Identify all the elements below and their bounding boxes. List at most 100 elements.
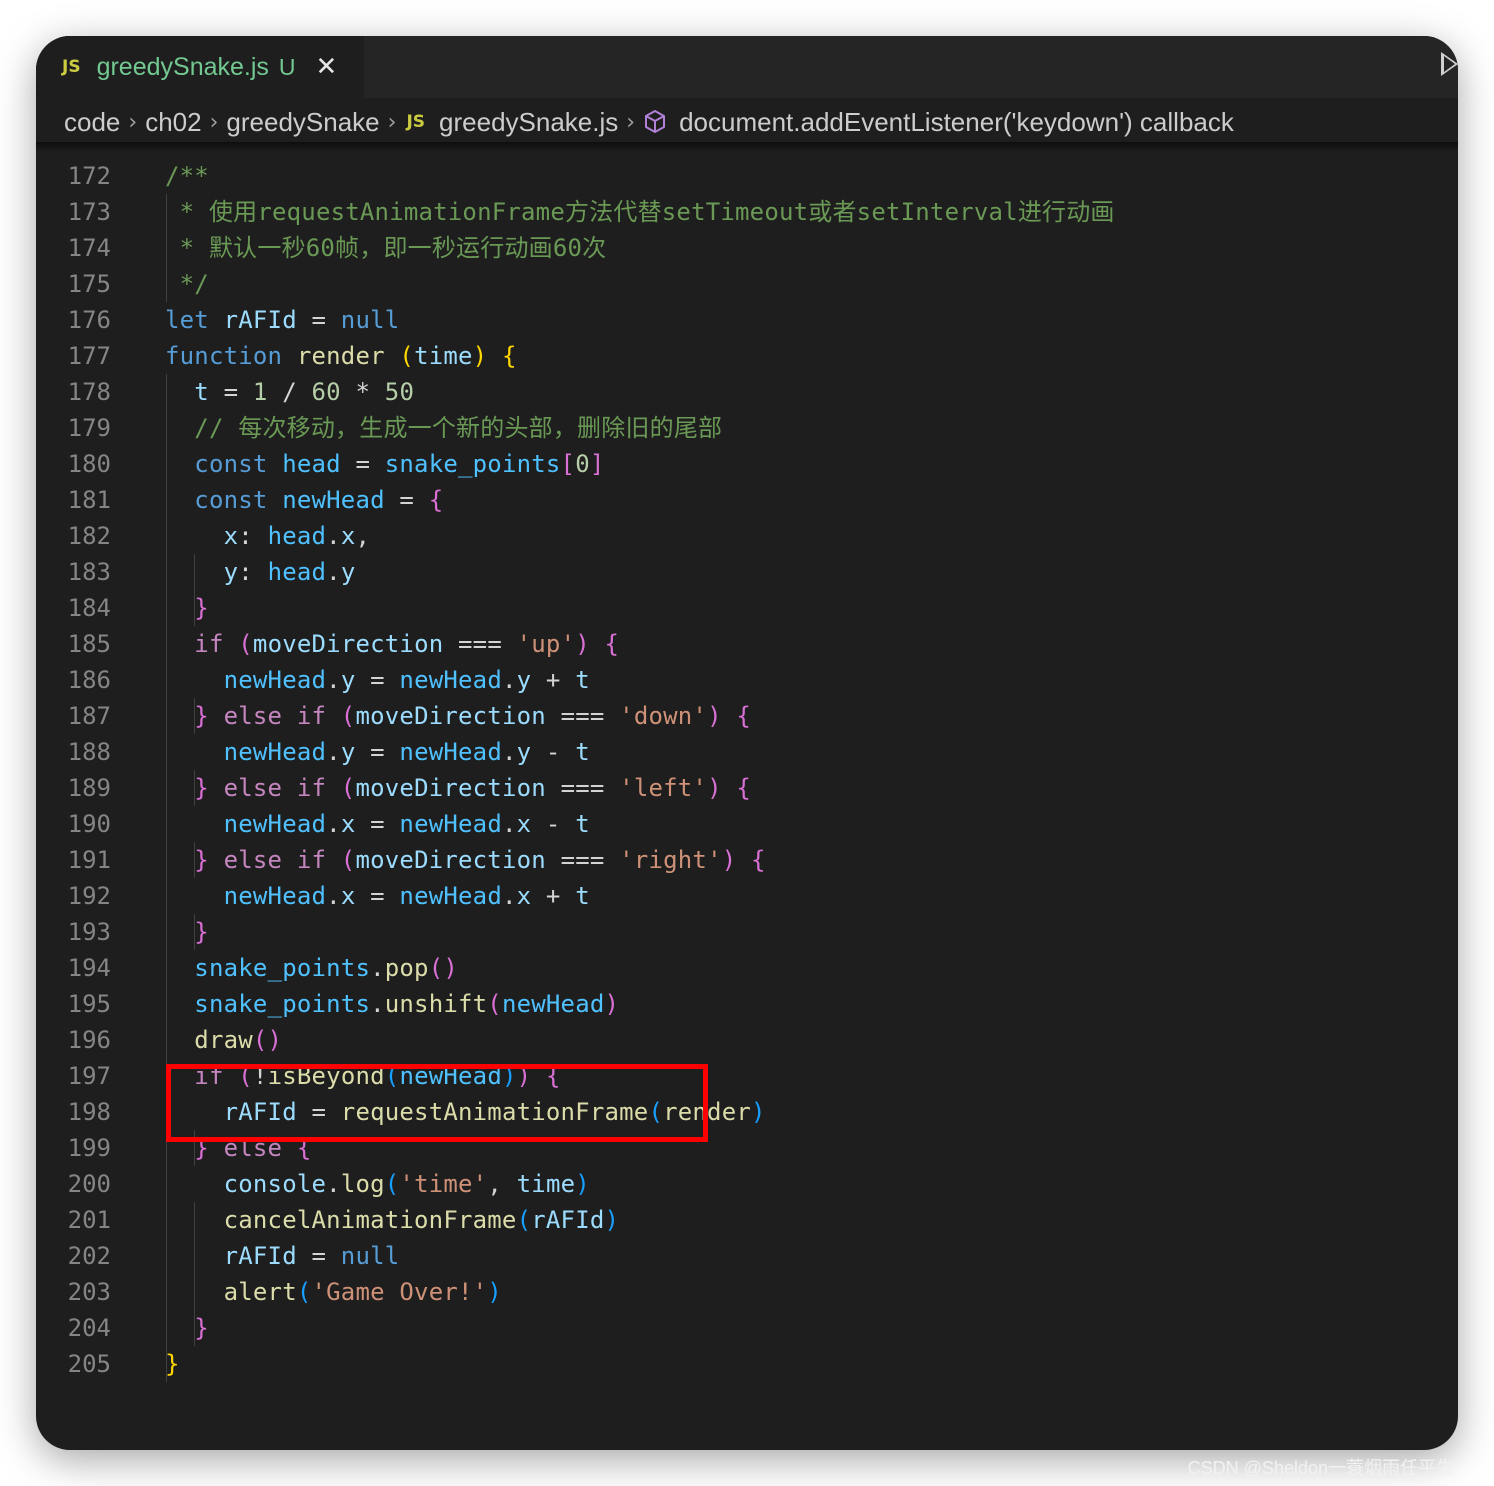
code-token: head [267, 522, 327, 550]
code-line[interactable]: 201 cancelAnimationFrame(rAFId) [36, 1202, 1458, 1238]
code-line[interactable]: 180 const head = snake_points[0] [36, 446, 1458, 482]
code-token: + [531, 666, 576, 694]
code-text: } [165, 1310, 209, 1346]
code-line[interactable]: 185 if (moveDirection === 'up') { [36, 626, 1458, 662]
code-text: } else if (moveDirection === 'right') { [165, 842, 766, 878]
tab-greedysnake-js[interactable]: JS greedySnake.js U ✕ [36, 36, 364, 98]
code-token: } [165, 702, 209, 730]
code-token: const [165, 450, 268, 478]
code-line[interactable]: 179 // 每次移动，生成一个新的头部，删除旧的尾部 [36, 410, 1458, 446]
method-cube-icon [643, 109, 667, 135]
breadcrumb-item-file[interactable]: greedySnake.js [439, 107, 618, 138]
code-token: newHead [165, 882, 327, 910]
breadcrumb-item-symbol[interactable]: document.addEventListener('keydown') cal… [679, 107, 1234, 138]
code-text: console.log('time', time) [165, 1166, 590, 1202]
code-token: . [501, 738, 517, 766]
code-token: t [165, 378, 224, 406]
untracked-status-badge: U [278, 53, 296, 80]
watermark: CSDN @Sheldon一蓑烟雨任平生 [1187, 1458, 1454, 1478]
breadcrumb-item-code[interactable]: code [64, 107, 120, 138]
code-token: () [428, 954, 459, 982]
code-line[interactable]: 173 * 使用requestAnimationFrame方法代替setTime… [36, 194, 1458, 230]
code-token: x [516, 882, 532, 910]
code-editor[interactable]: 172 /** 173 * 使用requestAnimationFrame方法代替s… [36, 158, 1458, 1418]
code-line[interactable]: 177 function render (time) { [36, 338, 1458, 374]
code-token: snake_points [165, 954, 371, 982]
code-token: ) [487, 1278, 502, 1306]
code-token: ] [589, 450, 605, 478]
code-token: ( [223, 630, 253, 658]
code-line[interactable]: 172 /** [36, 158, 1458, 194]
code-token: = [355, 738, 400, 766]
code-token: if [165, 630, 224, 658]
code-line[interactable]: 203 alert('Game Over!') [36, 1274, 1458, 1310]
code-token: ) [707, 702, 722, 730]
code-token: 'right' [619, 846, 722, 874]
code-token: head [267, 558, 327, 586]
code-token: */ [165, 270, 209, 298]
line-number: 183 [67, 558, 111, 586]
code-line[interactable]: 182 x: head.x, [36, 518, 1458, 554]
code-token: log [340, 1170, 385, 1198]
code-line[interactable]: 186 newHead.y = newHead.y + t [36, 662, 1458, 698]
code-line[interactable]: 200 console.log('time', time) [36, 1166, 1458, 1202]
line-number: 204 [67, 1314, 111, 1342]
code-line[interactable]: 187 } else if (moveDirection === 'down')… [36, 698, 1458, 734]
code-token: () [252, 1026, 283, 1054]
code-token: time [414, 342, 473, 370]
code-token: = [355, 882, 400, 910]
line-number: 178 [67, 378, 111, 406]
code-token: ( [326, 702, 356, 730]
close-icon[interactable]: ✕ [316, 52, 338, 82]
code-line[interactable]: 189 } else if (moveDirection === 'left')… [36, 770, 1458, 806]
code-line[interactable]: 174 * 默认一秒60帧，即一秒运行动画60次 [36, 230, 1458, 266]
code-line[interactable]: 205} [36, 1346, 1458, 1382]
code-token: rAFId [531, 1206, 605, 1234]
code-line[interactable]: 193 } [36, 914, 1458, 950]
code-text: y: head.y [165, 554, 356, 590]
code-token: t [575, 882, 590, 910]
breadcrumb-item-ch02[interactable]: ch02 [145, 107, 201, 138]
code-text: // 每次移动，生成一个新的头部，删除旧的尾部 [165, 410, 722, 446]
line-number: 192 [67, 882, 111, 910]
code-line[interactable]: 196 draw() [36, 1022, 1458, 1058]
line-number: 176 [67, 306, 111, 334]
line-number: 202 [67, 1242, 111, 1270]
code-line[interactable]: 188 newHead.y = newHead.y - t [36, 734, 1458, 770]
code-token: 'Game Over!' [311, 1278, 488, 1306]
code-token: pop [384, 954, 429, 982]
line-number: 201 [67, 1206, 111, 1234]
line-number: 196 [67, 1026, 111, 1054]
code-token: /** [165, 162, 209, 190]
breadcrumb-item-greedysnake[interactable]: greedySnake [226, 107, 379, 138]
code-line[interactable]: 195 snake_points.unshift(newHead) [36, 986, 1458, 1022]
code-line[interactable]: 190 newHead.x = newHead.x - t [36, 806, 1458, 842]
code-token: { [487, 342, 517, 370]
code-token: head [267, 450, 341, 478]
code-line[interactable]: 184 } [36, 590, 1458, 626]
code-token: const [165, 486, 268, 514]
code-token: newHead [165, 666, 327, 694]
code-line[interactable]: 194 snake_points.pop() [36, 950, 1458, 986]
code-line[interactable]: 183 y: head.y [36, 554, 1458, 590]
tab-title: greedySnake.js [96, 52, 269, 81]
code-line[interactable]: 181 const newHead = { [36, 482, 1458, 518]
code-line[interactable]: 202 rAFId = null [36, 1238, 1458, 1274]
code-token: ( [516, 1206, 532, 1234]
run-icon[interactable] [1441, 52, 1458, 76]
code-line[interactable]: 191 } else if (moveDirection === 'right'… [36, 842, 1458, 878]
code-line[interactable]: 192 newHead.x = newHead.x + t [36, 878, 1458, 914]
code-token: moveDirection [355, 846, 546, 874]
code-token: x [340, 522, 356, 550]
breadcrumb: code › ch02 › greedySnake › JS greedySna… [64, 98, 1458, 146]
code-token: newHead [165, 810, 327, 838]
code-token: = [311, 306, 327, 334]
code-line[interactable]: 175 */ [36, 266, 1458, 302]
code-line[interactable]: 176 let rAFId = null [36, 302, 1458, 338]
code-token: newHead [399, 738, 502, 766]
code-token: y [340, 738, 356, 766]
code-line[interactable]: 178 t = 1 / 60 * 50 [36, 374, 1458, 410]
line-number: 172 [67, 162, 111, 190]
line-number: 173 [67, 198, 111, 226]
code-line[interactable]: 204 } [36, 1310, 1458, 1346]
